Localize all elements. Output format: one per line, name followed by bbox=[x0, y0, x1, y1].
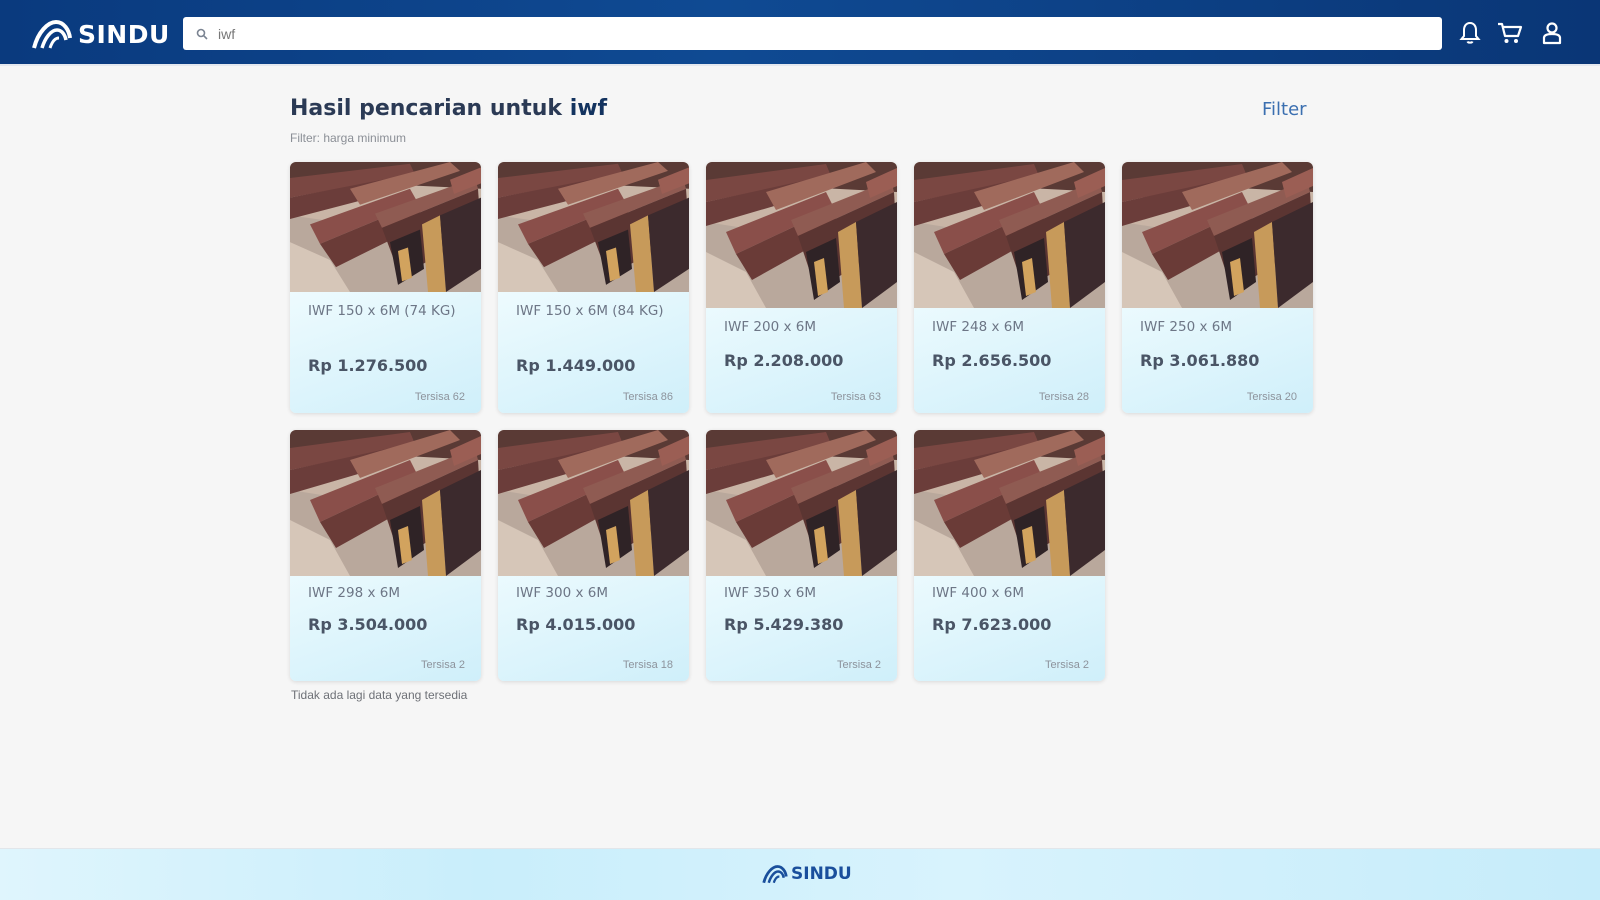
search-icon bbox=[196, 28, 208, 40]
product-name: IWF 150 x 6M (74 KG) bbox=[308, 303, 456, 319]
product-stock: Tersisa 2 bbox=[1044, 659, 1089, 671]
search-input[interactable] bbox=[218, 25, 1398, 42]
product-name: IWF 298 x 6M bbox=[308, 585, 400, 601]
product-name: IWF 150 x 6M (84 KG) bbox=[516, 303, 664, 319]
product-stock: Tersisa 62 bbox=[414, 391, 465, 403]
cart-icon[interactable] bbox=[1497, 20, 1523, 46]
product-image bbox=[290, 430, 481, 576]
filter-info: Filter: harga minimum bbox=[290, 131, 407, 145]
footer: SINDU bbox=[0, 848, 1600, 900]
bell-icon[interactable] bbox=[1457, 20, 1483, 46]
product-image bbox=[914, 162, 1105, 308]
product-card[interactable]: IWF 298 x 6M Rp 3.504.000 Tersisa 2 bbox=[290, 430, 481, 681]
product-card[interactable]: IWF 150 x 6M (74 KG) Rp 1.276.500 Tersis… bbox=[290, 162, 481, 413]
product-stock: Tersisa 86 bbox=[622, 391, 673, 403]
user-icon[interactable] bbox=[1539, 20, 1565, 46]
product-image bbox=[706, 430, 897, 576]
product-price: Rp 3.061.880 bbox=[1140, 351, 1260, 370]
product-name: IWF 400 x 6M bbox=[932, 585, 1024, 601]
product-price: Rp 4.015.000 bbox=[516, 615, 636, 634]
product-name: IWF 300 x 6M bbox=[516, 585, 608, 601]
product-card[interactable]: IWF 350 x 6M Rp 5.429.380 Tersisa 2 bbox=[706, 430, 897, 681]
product-grid: IWF 150 x 6M (74 KG) Rp 1.276.500 Tersis… bbox=[290, 162, 1313, 681]
product-price: Rp 5.429.380 bbox=[724, 615, 844, 634]
product-price: Rp 2.656.500 bbox=[932, 351, 1052, 370]
product-name: IWF 200 x 6M bbox=[724, 319, 816, 335]
product-card[interactable]: IWF 250 x 6M Rp 3.061.880 Tersisa 20 bbox=[1122, 162, 1313, 413]
title-prefix: Hasil pencarian untuk bbox=[290, 96, 563, 121]
product-name: IWF 350 x 6M bbox=[724, 585, 816, 601]
product-stock: Tersisa 18 bbox=[622, 659, 673, 671]
brand-name: SINDU bbox=[78, 19, 170, 49]
product-image bbox=[914, 430, 1105, 576]
product-price: Rp 3.504.000 bbox=[308, 615, 428, 634]
product-name: IWF 250 x 6M bbox=[1140, 319, 1232, 335]
product-stock: Tersisa 63 bbox=[830, 391, 881, 403]
end-of-results-note: Tidak ada lagi data yang tersedia bbox=[291, 688, 468, 702]
product-price: Rp 1.449.000 bbox=[516, 356, 636, 375]
product-card[interactable]: IWF 150 x 6M (84 KG) Rp 1.449.000 Tersis… bbox=[498, 162, 689, 413]
title-query: iwf bbox=[569, 96, 608, 121]
product-card[interactable]: IWF 248 x 6M Rp 2.656.500 Tersisa 28 bbox=[914, 162, 1105, 413]
product-image bbox=[290, 162, 481, 292]
logo-mark-icon bbox=[32, 19, 72, 49]
product-image bbox=[1122, 162, 1313, 308]
product-stock: Tersisa 20 bbox=[1246, 391, 1297, 403]
top-navbar: SINDU bbox=[0, 0, 1600, 66]
product-image bbox=[498, 162, 689, 292]
product-stock: Tersisa 28 bbox=[1038, 391, 1089, 403]
product-card[interactable]: IWF 300 x 6M Rp 4.015.000 Tersisa 18 bbox=[498, 430, 689, 681]
page-title: Hasil pencarian untuk iwf bbox=[290, 96, 607, 121]
filter-button[interactable]: Filter bbox=[1262, 99, 1307, 120]
footer-logo[interactable]: SINDU bbox=[762, 864, 852, 884]
product-stock: Tersisa 2 bbox=[836, 659, 881, 671]
product-price: Rp 7.623.000 bbox=[932, 615, 1052, 634]
product-stock: Tersisa 2 bbox=[420, 659, 465, 671]
product-card[interactable]: IWF 400 x 6M Rp 7.623.000 Tersisa 2 bbox=[914, 430, 1105, 681]
product-price: Rp 2.208.000 bbox=[724, 351, 844, 370]
product-image bbox=[498, 430, 689, 576]
product-image bbox=[706, 162, 897, 308]
product-price: Rp 1.276.500 bbox=[308, 356, 428, 375]
search-bar[interactable] bbox=[183, 17, 1442, 50]
brand-logo[interactable]: SINDU bbox=[32, 17, 170, 51]
footer-brand-name: SINDU bbox=[791, 864, 852, 884]
footer-logo-mark-icon bbox=[762, 865, 788, 884]
product-card[interactable]: IWF 200 x 6M Rp 2.208.000 Tersisa 63 bbox=[706, 162, 897, 413]
product-name: IWF 248 x 6M bbox=[932, 319, 1024, 335]
